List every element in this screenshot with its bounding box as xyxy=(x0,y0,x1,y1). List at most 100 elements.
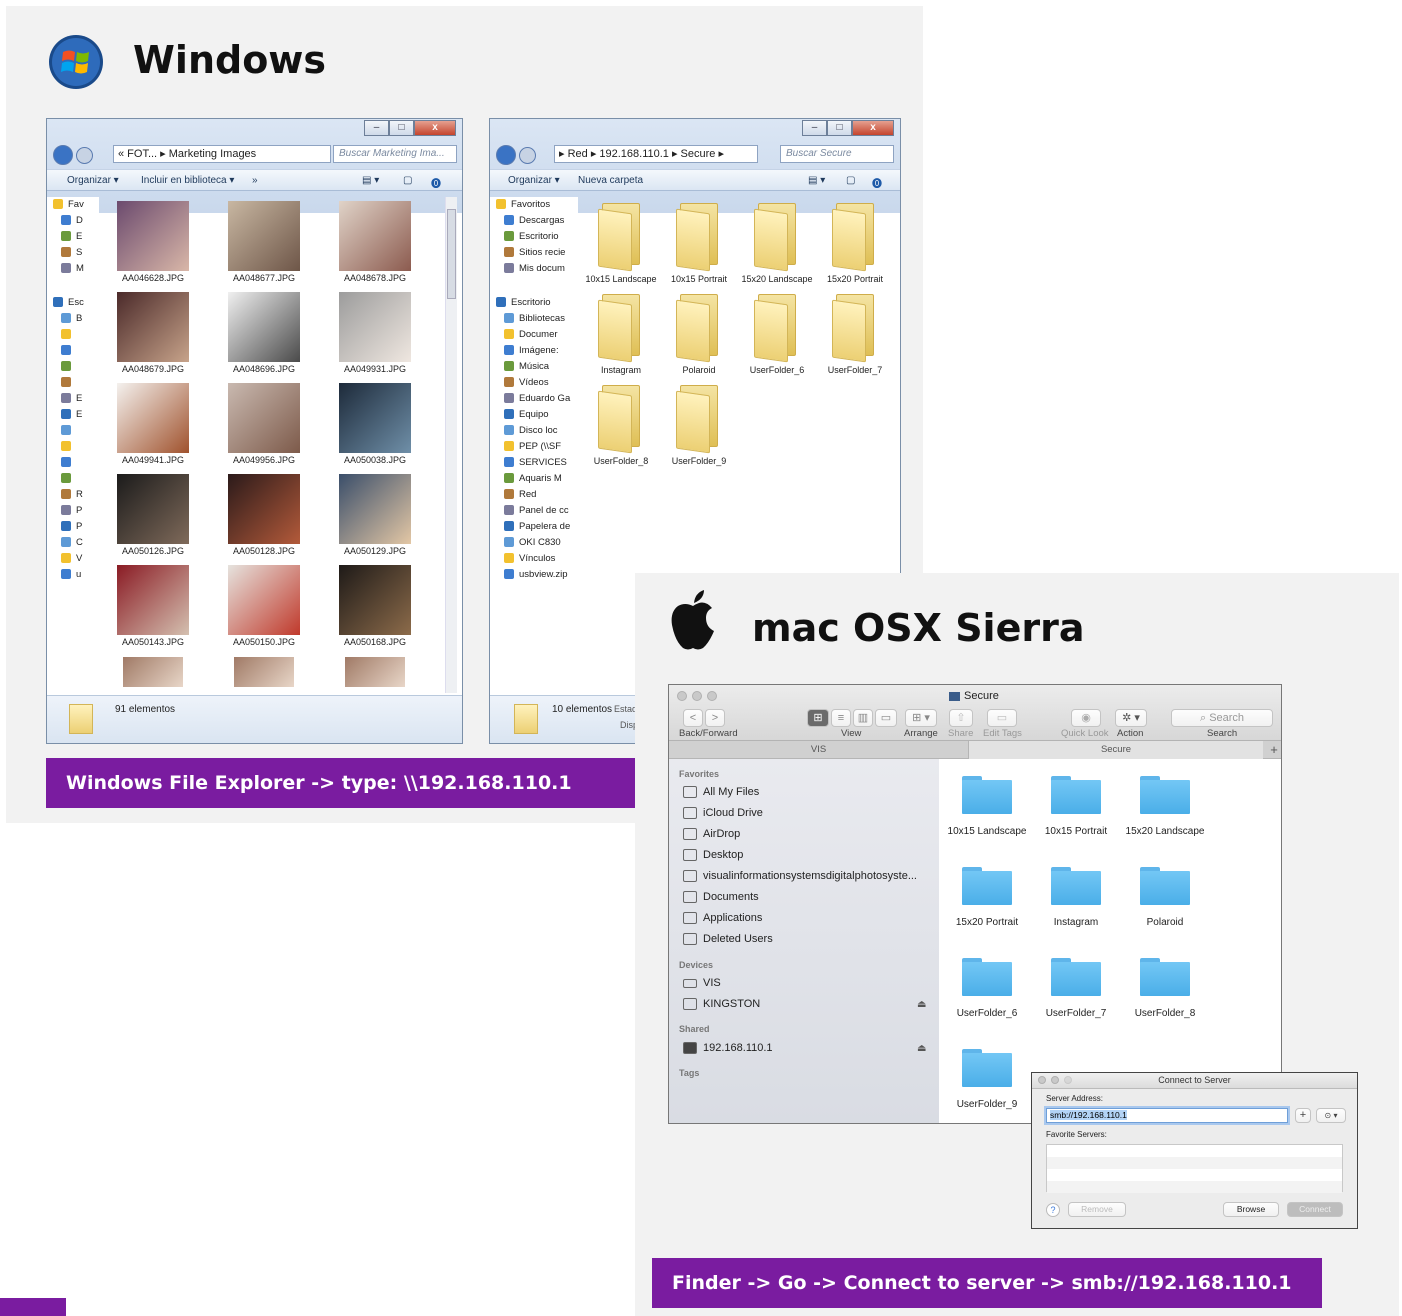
folder-icon[interactable] xyxy=(962,776,1012,814)
edit-tags-button[interactable]: ▭ xyxy=(987,709,1017,727)
tree-item[interactable]: Eduardo Ga xyxy=(504,391,570,405)
tree-item[interactable]: Documer xyxy=(504,327,558,341)
folder-icon[interactable] xyxy=(962,958,1012,996)
minimize-button[interactable]: – xyxy=(364,120,389,136)
tree-item[interactable]: Descargas xyxy=(504,213,564,227)
minimize-window-button[interactable] xyxy=(692,691,702,701)
tree-item[interactable] xyxy=(61,455,76,469)
tree-item[interactable]: B xyxy=(61,311,82,325)
image-thumbnail[interactable] xyxy=(339,201,411,271)
folder-icon[interactable] xyxy=(598,201,642,272)
tree-item[interactable]: Aquaris M xyxy=(504,471,562,485)
arrange-button[interactable]: ⊞ ▾ xyxy=(905,709,937,727)
tree-item[interactable]: SERVICES xyxy=(504,455,567,469)
tree-item[interactable]: Mis docum xyxy=(504,261,565,275)
preview-pane-icon[interactable]: ▢ xyxy=(403,175,412,186)
folder-icon[interactable] xyxy=(1140,776,1190,814)
tree-item[interactable]: Imágene: xyxy=(504,343,559,357)
list-view-button[interactable]: ≡ xyxy=(831,709,851,727)
new-folder-button[interactable]: Nueva carpeta xyxy=(578,175,643,186)
sidebar-item[interactable]: AirDrop xyxy=(683,828,740,840)
image-thumbnail[interactable] xyxy=(123,657,183,687)
image-thumbnail[interactable] xyxy=(339,292,411,362)
favorite-servers-list[interactable] xyxy=(1046,1144,1343,1193)
include-library-button[interactable]: Incluir en biblioteca ▾ xyxy=(141,175,234,186)
forward-button[interactable]: > xyxy=(705,709,725,727)
remove-button[interactable]: Remove xyxy=(1068,1202,1126,1217)
new-tab-button[interactable]: + xyxy=(1265,741,1281,759)
preview-pane-icon[interactable]: ▢ xyxy=(846,175,855,186)
tree-item[interactable]: V xyxy=(61,551,82,565)
image-thumbnail[interactable] xyxy=(228,474,300,544)
sidebar-item[interactable]: All My Files xyxy=(683,786,759,798)
image-thumbnail[interactable] xyxy=(228,201,300,271)
tree-item[interactable]: Escritorio xyxy=(504,229,559,243)
folder-icon[interactable] xyxy=(598,383,642,454)
tree-item[interactable]: Favoritos xyxy=(496,197,550,211)
address-bar[interactable]: ▸ Red ▸ 192.168.110.1 ▸ Secure ▸ xyxy=(554,145,758,163)
folder-icon[interactable] xyxy=(832,292,876,363)
tree-item[interactable]: P xyxy=(61,503,82,517)
tree-item[interactable]: Vídeos xyxy=(504,375,549,389)
search-field[interactable]: ⌕ Search xyxy=(1171,709,1273,727)
forward-button[interactable] xyxy=(519,147,536,164)
maximize-button[interactable]: □ xyxy=(827,120,852,136)
search-input[interactable]: Buscar Secure xyxy=(780,145,894,163)
tree-item[interactable]: Fav xyxy=(53,197,84,211)
tree-item[interactable]: E xyxy=(61,391,82,405)
more-button[interactable]: » xyxy=(252,175,258,186)
zoom-window-button[interactable] xyxy=(707,691,717,701)
tree-item[interactable]: Esc xyxy=(53,295,84,309)
image-thumbnail[interactable] xyxy=(228,383,300,453)
tab-secure[interactable]: Secure xyxy=(969,741,1263,759)
image-thumbnail[interactable] xyxy=(117,292,189,362)
tree-item[interactable] xyxy=(61,423,76,437)
tree-item[interactable] xyxy=(61,343,76,357)
tree-item[interactable]: C xyxy=(61,535,83,549)
column-view-button[interactable]: ▥ xyxy=(853,709,873,727)
sidebar-item[interactable]: iCloud Drive xyxy=(683,807,763,819)
sidebar-item[interactable]: Documents xyxy=(683,891,759,903)
tab-vis[interactable]: VIS xyxy=(669,741,969,759)
tree-item[interactable]: Disco loc xyxy=(504,423,558,437)
address-bar[interactable]: « FOT... ▸ Marketing Images xyxy=(113,145,331,163)
recent-servers-button[interactable]: ⊙ ▾ xyxy=(1316,1108,1346,1123)
tree-item[interactable]: S xyxy=(61,245,82,259)
back-button[interactable] xyxy=(53,145,73,165)
tree-item[interactable]: E xyxy=(61,229,82,243)
icon-view-button[interactable]: ⊞ xyxy=(807,709,829,727)
connect-button[interactable]: Connect xyxy=(1287,1202,1343,1217)
tree-item[interactable]: u xyxy=(61,567,81,581)
folder-icon[interactable] xyxy=(1051,958,1101,996)
tree-item[interactable]: P xyxy=(61,519,82,533)
tree-item[interactable]: E xyxy=(61,407,82,421)
folder-icon[interactable] xyxy=(1140,867,1190,905)
forward-button[interactable] xyxy=(76,147,93,164)
tree-item[interactable]: D xyxy=(61,213,83,227)
sidebar-item-kingston[interactable]: KINGSTON xyxy=(683,998,760,1010)
image-thumbnail[interactable] xyxy=(228,292,300,362)
minimize-button[interactable]: – xyxy=(802,120,827,136)
search-input[interactable]: Buscar Marketing Ima... xyxy=(333,145,457,163)
maximize-button[interactable]: □ xyxy=(389,120,414,136)
image-thumbnail[interactable] xyxy=(117,474,189,544)
image-thumbnail[interactable] xyxy=(339,474,411,544)
tree-item[interactable]: Equipo xyxy=(504,407,549,421)
close-button[interactable]: x xyxy=(852,120,894,136)
tree-item[interactable] xyxy=(61,359,76,373)
action-gear-button[interactable]: ✲ ▾ xyxy=(1115,709,1147,727)
image-thumbnail[interactable] xyxy=(339,565,411,635)
tree-item[interactable] xyxy=(61,327,76,341)
back-button[interactable] xyxy=(496,145,516,165)
folder-icon[interactable] xyxy=(962,867,1012,905)
quick-look-button[interactable]: ◉ xyxy=(1071,709,1101,727)
folder-icon[interactable] xyxy=(676,201,720,272)
tree-item[interactable]: M xyxy=(61,261,84,275)
share-button[interactable]: ⇧ xyxy=(949,709,973,727)
folder-icon[interactable] xyxy=(754,201,798,272)
organize-button[interactable]: Organizar ▾ xyxy=(508,175,560,186)
add-favorite-button[interactable]: + xyxy=(1295,1108,1311,1123)
folder-icon[interactable] xyxy=(1051,776,1101,814)
eject-icon[interactable]: ⏏ xyxy=(917,1043,926,1054)
tree-item[interactable]: Vínculos xyxy=(504,551,555,565)
